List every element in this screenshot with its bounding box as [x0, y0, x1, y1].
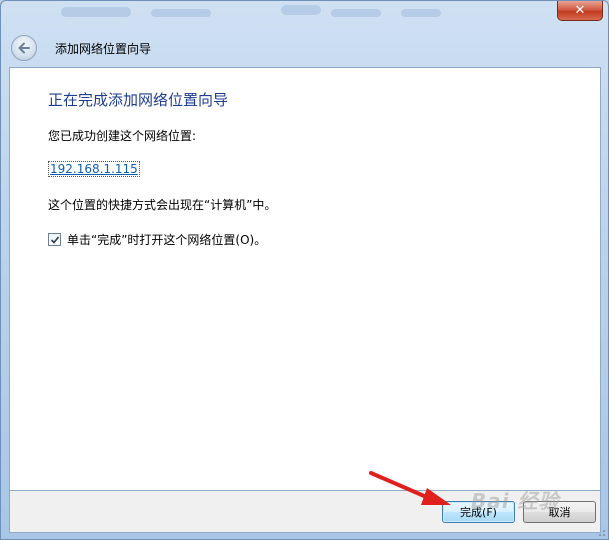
open-location-checkbox[interactable] [48, 233, 61, 246]
open-location-option[interactable]: 单击“完成”时打开这个网络位置(O)。 [48, 231, 266, 248]
shortcut-message: 这个位置的快捷方式会出现在“计算机”中。 [48, 198, 277, 212]
back-button[interactable] [11, 35, 37, 61]
success-message: 您已成功创建这个网络位置: [48, 129, 197, 143]
title-bar[interactable]: ✕ [1, 1, 608, 29]
page-heading: 正在完成添加网络位置向导 [48, 91, 229, 109]
back-arrow-icon [18, 42, 30, 54]
wizard-window: ✕ 添加网络位置向导 正在完成添加网络位置向导 您已成功创建这个网络位置: 19… [0, 0, 609, 540]
blurred-background [61, 7, 131, 17]
blurred-background [281, 5, 321, 15]
network-location-link[interactable]: 192.168.1.115 [48, 161, 140, 177]
button-bar: 完成(F) 取消 [9, 491, 601, 533]
open-location-label: 单击“完成”时打开这个网络位置(O)。 [67, 233, 267, 247]
blurred-background [401, 9, 441, 17]
resize-grip[interactable] [596, 527, 606, 537]
checkmark-icon [50, 235, 59, 244]
close-icon: ✕ [574, 3, 586, 18]
wizard-content: 正在完成添加网络位置向导 您已成功创建这个网络位置: 192.168.1.115… [9, 67, 601, 491]
blurred-background [331, 9, 381, 17]
finish-button[interactable]: 完成(F) [442, 501, 515, 523]
cancel-button[interactable]: 取消 [523, 501, 596, 523]
wizard-nav: 添加网络位置向导 [9, 31, 601, 65]
blurred-background [151, 9, 211, 17]
close-button[interactable]: ✕ [557, 1, 603, 21]
wizard-title: 添加网络位置向导 [55, 41, 152, 56]
